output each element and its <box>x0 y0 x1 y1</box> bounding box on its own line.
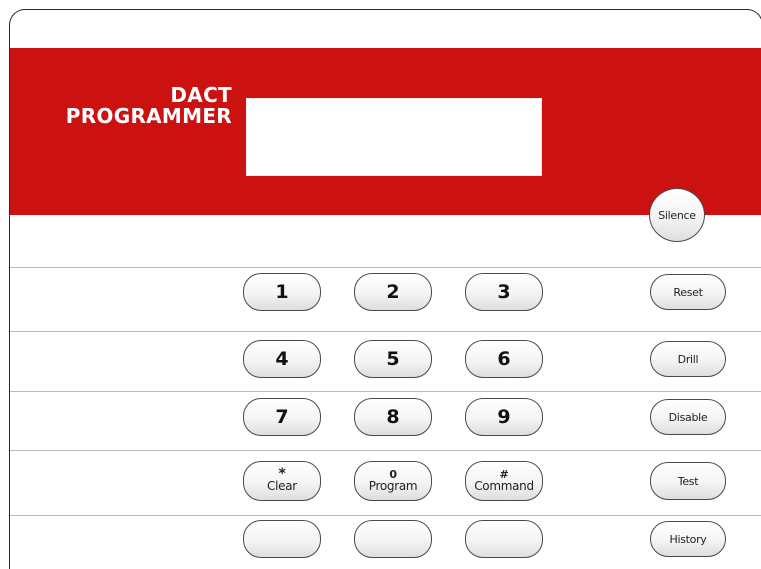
clear-button[interactable]: * Clear <box>243 461 321 501</box>
drill-label: Drill <box>677 352 699 366</box>
command-button[interactable]: # Command <box>465 461 543 501</box>
program-button[interactable]: 0 Program <box>354 461 432 501</box>
key-7-button[interactable]: 7 <box>243 398 321 436</box>
key-9-label: 9 <box>497 406 511 428</box>
program-symbol: 0 <box>389 467 397 481</box>
test-button[interactable]: Test <box>650 462 726 500</box>
history-label: History <box>669 532 707 546</box>
command-symbol: # <box>499 467 509 481</box>
key-5-label: 5 <box>386 348 400 370</box>
key-3-label: 3 <box>497 281 511 303</box>
silence-button[interactable]: Silence <box>649 188 705 242</box>
test-label: Test <box>677 474 699 488</box>
history-button[interactable]: History <box>650 521 726 557</box>
key-2-label: 2 <box>386 281 400 303</box>
row-divider <box>10 515 761 516</box>
row-divider <box>10 391 761 392</box>
key-8-button[interactable]: 8 <box>354 398 432 436</box>
blank-key-2-button[interactable] <box>354 520 432 558</box>
key-6-button[interactable]: 6 <box>465 340 543 378</box>
brand-line-1: DACT <box>170 83 232 107</box>
reset-label: Reset <box>673 285 703 299</box>
silence-label: Silence <box>658 208 696 222</box>
blank-key-1-button[interactable] <box>243 520 321 558</box>
disable-label: Disable <box>668 410 708 424</box>
key-7-label: 7 <box>275 406 289 428</box>
command-label: Command <box>474 478 534 493</box>
blank-key-3-button[interactable] <box>465 520 543 558</box>
disable-button[interactable]: Disable <box>650 399 726 435</box>
reset-button[interactable]: Reset <box>650 274 726 310</box>
row-divider <box>10 450 761 451</box>
key-9-button[interactable]: 9 <box>465 398 543 436</box>
key-5-button[interactable]: 5 <box>354 340 432 378</box>
brand-line-2: PROGRAMMER <box>65 104 232 128</box>
dact-programmer-panel: DACT PROGRAMMER Silence 1 2 3 Reset 4 5 … <box>9 9 761 569</box>
key-2-button[interactable]: 2 <box>354 273 432 311</box>
lcd-display <box>246 98 542 176</box>
key-4-button[interactable]: 4 <box>243 340 321 378</box>
key-1-button[interactable]: 1 <box>243 273 321 311</box>
row-divider <box>10 267 761 268</box>
program-label: Program <box>368 478 418 493</box>
clear-label: Clear <box>267 479 297 493</box>
key-4-label: 4 <box>275 348 289 370</box>
key-8-label: 8 <box>386 406 400 428</box>
clear-symbol: * <box>278 466 286 482</box>
row-divider <box>10 331 761 332</box>
key-6-label: 6 <box>497 348 511 370</box>
drill-button[interactable]: Drill <box>650 341 726 377</box>
brand-title: DACT PROGRAMMER <box>10 85 232 127</box>
key-1-label: 1 <box>275 281 289 303</box>
key-3-button[interactable]: 3 <box>465 273 543 311</box>
